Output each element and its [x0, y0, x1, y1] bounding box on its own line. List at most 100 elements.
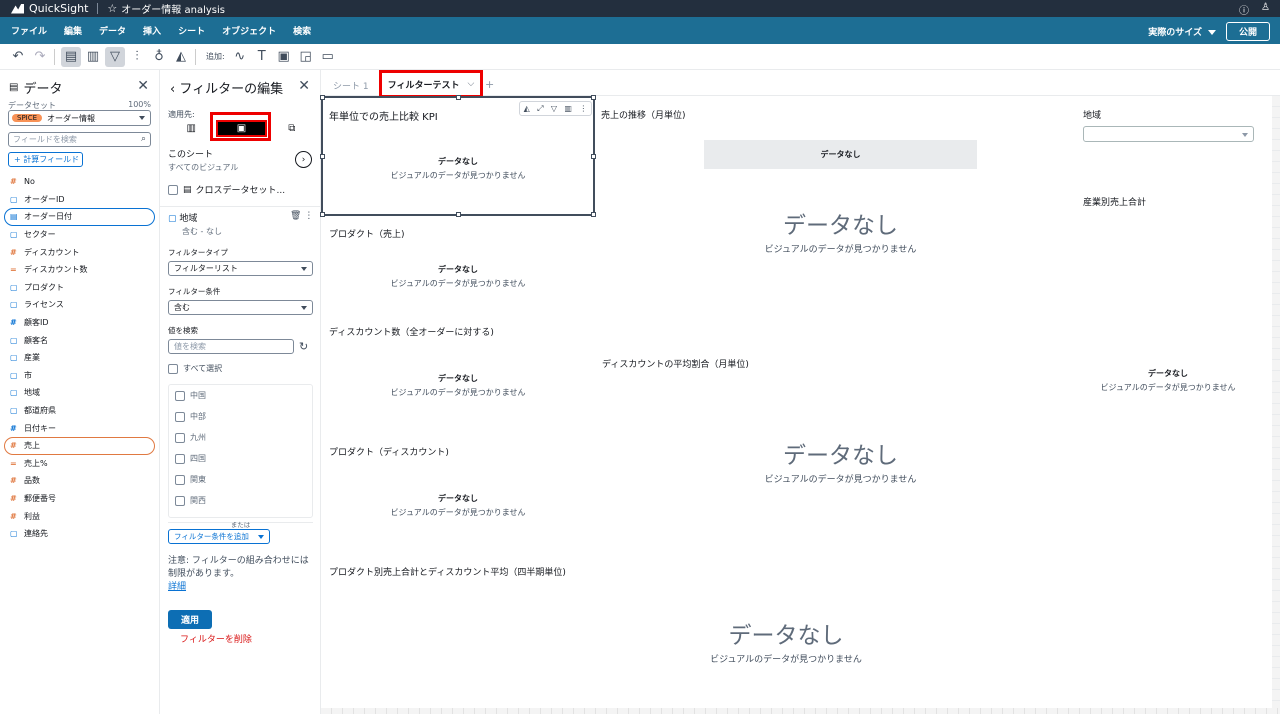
field-item[interactable]: ▢ プロダクト: [0, 279, 159, 297]
field-item[interactable]: # ディスカウント: [0, 243, 159, 261]
field-item[interactable]: # 日付キー: [0, 419, 159, 437]
add-calculated-field-button[interactable]: + 計算フィールド: [8, 152, 83, 167]
field-item[interactable]: ▢ 連絡先: [0, 525, 159, 543]
value-item[interactable]: 中部: [169, 406, 312, 427]
close-icon[interactable]: ✕: [137, 78, 149, 94]
more-icon[interactable]: ⋮: [579, 104, 587, 113]
add-embed-icon[interactable]: ▭: [318, 47, 338, 67]
resize-handle[interactable]: [456, 212, 461, 217]
field-item[interactable]: # 利益: [0, 507, 159, 525]
layout-icon[interactable]: ▥: [564, 104, 572, 113]
menu-insert[interactable]: 挿入: [143, 24, 161, 37]
value-item[interactable]: 関東: [169, 469, 312, 490]
horizontal-scrollbar[interactable]: [321, 708, 1280, 714]
field-item[interactable]: # 郵便番号: [0, 490, 159, 508]
redo-icon[interactable]: ↷: [30, 47, 50, 67]
menu-file[interactable]: ファイル: [11, 24, 47, 37]
cross-dataset-checkbox[interactable]: ▤ クロスデータセット...: [168, 183, 285, 196]
field-item[interactable]: ▢ セクター: [0, 226, 159, 244]
field-item[interactable]: ▢ ライセンス: [0, 296, 159, 314]
menu-data[interactable]: データ: [99, 24, 126, 37]
resize-handle[interactable]: [591, 95, 596, 100]
field-item[interactable]: ▢ 地域: [0, 384, 159, 402]
value-item[interactable]: 中国: [169, 385, 312, 406]
filter-type-select[interactable]: フィルターリスト: [168, 261, 313, 276]
field-item[interactable]: ▢ 都道府県: [0, 402, 159, 420]
filter-icon[interactable]: ▽: [551, 104, 557, 113]
size-select[interactable]: 実際のサイズ: [1148, 25, 1216, 38]
field-item[interactable]: = ディスカウント数: [0, 261, 159, 279]
value-item[interactable]: 四国: [169, 448, 312, 469]
field-item[interactable]: # 顧客ID: [0, 314, 159, 332]
resize-handle[interactable]: [591, 212, 596, 217]
resize-handle[interactable]: [320, 95, 325, 100]
menu-sheet[interactable]: シート: [178, 24, 205, 37]
add-sheet-icon[interactable]: +: [485, 78, 494, 91]
checkbox[interactable]: [168, 184, 178, 195]
chart-type-icon[interactable]: ◭: [524, 104, 530, 113]
checkbox[interactable]: [175, 453, 185, 464]
refresh-icon[interactable]: ↻: [299, 340, 308, 353]
menu-object[interactable]: オブジェクト: [222, 24, 276, 37]
field-item[interactable]: ▢ 産業: [0, 349, 159, 367]
value-item[interactable]: 関西: [169, 490, 312, 511]
resize-handle[interactable]: [320, 154, 325, 159]
trash-icon[interactable]: 🗑: [290, 211, 301, 221]
visualize-icon[interactable]: ▥: [83, 47, 103, 67]
resize-handle[interactable]: [591, 154, 596, 159]
field-item[interactable]: # 品数: [0, 472, 159, 490]
chevron-down-icon[interactable]: ⌵: [468, 79, 475, 89]
single-visual-icon[interactable]: ▥: [168, 120, 214, 137]
chevron-right-icon[interactable]: ›: [295, 151, 312, 168]
field-search-input[interactable]: フィールドを検索 ⌕: [8, 132, 151, 147]
insights-icon[interactable]: ♁: [149, 47, 169, 67]
field-item[interactable]: ▢ オーダーID: [0, 191, 159, 209]
field-item[interactable]: = 売上%: [0, 455, 159, 473]
expand-icon[interactable]: ⤢: [537, 104, 543, 114]
help-icon[interactable]: ⓘ: [1239, 2, 1249, 17]
star-icon[interactable]: ☆: [107, 2, 117, 15]
database-icon[interactable]: ▤: [61, 46, 81, 67]
details-link[interactable]: 詳細: [168, 582, 186, 592]
checkbox[interactable]: [168, 363, 178, 374]
parameters-icon[interactable]: ⫶: [127, 47, 147, 67]
quicksight-logo[interactable]: QuickSight: [0, 2, 88, 15]
select-all-checkbox[interactable]: すべて選択: [168, 363, 222, 374]
resize-handle[interactable]: [456, 95, 461, 100]
checkbox[interactable]: [175, 432, 185, 443]
add-insight-icon[interactable]: ◲: [296, 47, 316, 67]
tab-sheet-1[interactable]: シート 1: [333, 79, 369, 92]
tab-filter-test[interactable]: フィルターテスト ⌵: [379, 70, 483, 98]
value-item[interactable]: 九州: [169, 427, 312, 448]
cross-sheet-icon[interactable]: ⧉: [269, 120, 315, 137]
add-text-icon[interactable]: T: [252, 47, 272, 67]
dataset-select[interactable]: SPICE オーダー情報: [8, 110, 151, 126]
field-item[interactable]: ▢ 顧客名: [0, 331, 159, 349]
user-icon[interactable]: ♙: [1261, 2, 1270, 17]
field-item[interactable]: # 売上: [4, 436, 155, 455]
close-icon[interactable]: ✕: [298, 78, 310, 94]
checkbox[interactable]: [175, 495, 185, 506]
vertical-scrollbar[interactable]: [1272, 96, 1280, 714]
region-control-select[interactable]: [1083, 126, 1254, 142]
field-item[interactable]: ▤ オーダー日付: [4, 208, 155, 226]
themes-icon[interactable]: ◭: [171, 47, 191, 67]
add-image-icon[interactable]: ▣: [274, 47, 294, 67]
publish-button[interactable]: 公開: [1225, 22, 1270, 41]
value-search-input[interactable]: 値を検索: [168, 339, 294, 354]
more-icon[interactable]: ⋮: [304, 211, 313, 221]
delete-filter-button[interactable]: フィルターを削除: [180, 632, 252, 645]
resize-handle[interactable]: [320, 212, 325, 217]
add-visual-icon[interactable]: ∿: [230, 47, 250, 67]
checkbox[interactable]: [175, 474, 185, 485]
field-item[interactable]: ▢ 市: [0, 367, 159, 385]
checkbox[interactable]: [175, 390, 185, 401]
menu-search[interactable]: 検索: [293, 24, 311, 37]
apply-button[interactable]: 適用: [168, 610, 212, 629]
filter-condition-select[interactable]: 含む: [168, 300, 313, 315]
field-item[interactable]: # No: [0, 173, 159, 191]
checkbox[interactable]: [175, 411, 185, 422]
filter-icon[interactable]: ▽: [105, 46, 125, 67]
undo-icon[interactable]: ↶: [8, 47, 28, 67]
menu-edit[interactable]: 編集: [64, 24, 82, 37]
